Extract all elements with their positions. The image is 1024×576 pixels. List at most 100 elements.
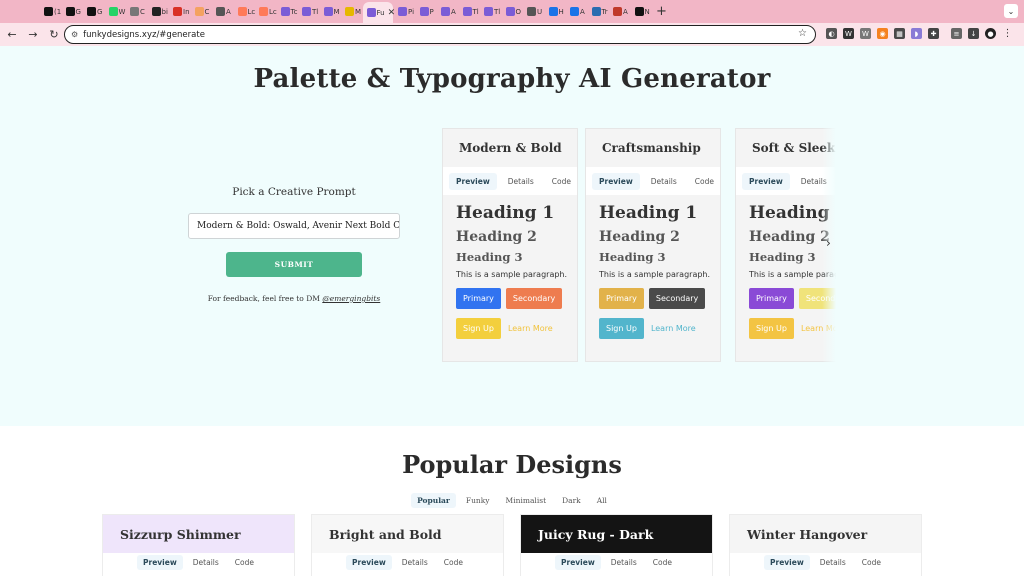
feedback-handle-link[interactable]: @emergingbits — [322, 294, 380, 303]
filter-tab-funky[interactable]: Funky — [460, 493, 496, 508]
tab-details[interactable]: Details — [187, 555, 225, 570]
tab-code[interactable]: Code — [438, 555, 469, 570]
browser-tab[interactable]: G — [62, 2, 82, 21]
browser-tab[interactable]: C — [191, 2, 211, 21]
tab-code[interactable]: Code — [647, 555, 678, 570]
signup-button[interactable]: Sign Up — [599, 318, 644, 339]
tab-code[interactable]: Code — [545, 173, 578, 190]
filter-tab-minimalist[interactable]: Minimalist — [500, 493, 553, 508]
tab-favicon-icon — [527, 7, 536, 16]
browser-tab[interactable]: U — [523, 2, 543, 21]
tab-preview[interactable]: Preview — [592, 172, 640, 190]
browser-tab[interactable]: Pi — [394, 2, 414, 21]
tab-code[interactable]: Code — [229, 555, 260, 570]
carousel-next-icon[interactable]: › — [826, 236, 831, 250]
browser-tab[interactable]: (1 — [40, 2, 61, 21]
browser-tab[interactable]: A — [212, 2, 232, 21]
back-arrow-icon[interactable]: ← — [3, 28, 21, 41]
tab-search-chevron-icon[interactable]: ⌄ — [1004, 4, 1018, 18]
puzzle-icon[interactable]: ✚ — [928, 28, 939, 39]
prompt-input[interactable]: Modern & Bold: Oswald, Avenir Next Bold … — [188, 213, 400, 239]
browser-tab[interactable]: Tl — [480, 2, 500, 21]
tab-code[interactable]: Code — [856, 555, 887, 570]
tab-details[interactable]: Details — [396, 555, 434, 570]
browser-tab[interactable]: Tr — [588, 2, 608, 21]
browser-tab[interactable]: Fu ✕ — [362, 2, 395, 23]
browser-tab[interactable]: P — [416, 2, 436, 21]
tab-favicon-icon — [441, 7, 450, 16]
design-card-title: Juicy Rug - Dark — [521, 515, 712, 553]
secondary-button[interactable]: Secondary — [505, 288, 563, 309]
extension-icon[interactable]: W — [860, 28, 871, 39]
reload-icon[interactable]: ↻ — [45, 28, 63, 41]
filter-tab-dark[interactable]: Dark — [556, 493, 587, 508]
tab-favicon-icon — [194, 7, 204, 16]
tab-details[interactable]: Details — [644, 173, 684, 190]
browser-tab[interactable]: G — [83, 2, 103, 21]
browser-tab[interactable]: Tc — [277, 2, 297, 21]
extension-icon[interactable]: ▦ — [894, 28, 905, 39]
address-bar[interactable]: ⚙ funkydesigns.xyz/#generate ☆ — [64, 25, 816, 44]
tab-label: G — [97, 7, 103, 16]
tab-preview[interactable]: Preview — [742, 172, 790, 190]
tab-details[interactable]: Details — [501, 173, 541, 190]
browser-tab[interactable]: A — [566, 2, 586, 21]
browser-tab[interactable]: Lc — [234, 2, 255, 21]
browser-tab[interactable]: A — [609, 2, 629, 21]
learn-more-link[interactable]: Learn More — [651, 324, 696, 333]
browser-tab[interactable]: In — [169, 2, 190, 21]
forward-arrow-icon[interactable]: → — [24, 28, 42, 41]
browser-tab[interactable]: Tl — [298, 2, 318, 21]
primary-button[interactable]: Primary — [749, 288, 794, 309]
tab-details[interactable]: Details — [814, 555, 852, 570]
tab-preview[interactable]: Preview — [764, 555, 810, 570]
browser-tab[interactable]: Tl — [459, 2, 479, 21]
address-url: funkydesigns.xyz/#generate — [83, 29, 205, 40]
secondary-button[interactable]: Secondary — [648, 288, 706, 309]
browser-tab[interactable]: M — [320, 2, 340, 21]
tab-code[interactable]: Code — [688, 173, 721, 190]
tab-preview[interactable]: Preview — [137, 555, 183, 570]
filter-tab-popular[interactable]: Popular — [411, 493, 456, 508]
browser-tab[interactable]: M — [341, 2, 361, 21]
feedback-note: For feedback, feel free to DM @emergingb… — [188, 294, 400, 303]
primary-button[interactable]: Primary — [456, 288, 501, 309]
browser-tab[interactable]: O — [502, 2, 522, 21]
tab-label: M — [355, 7, 362, 16]
signup-button[interactable]: Sign Up — [749, 318, 794, 339]
kebab-menu-icon[interactable]: ⋮ — [1002, 28, 1013, 39]
bookmark-star-icon[interactable]: ☆ — [798, 28, 807, 39]
filter-tab-all[interactable]: All — [591, 493, 613, 508]
rss-icon[interactable]: ◉ — [877, 28, 888, 39]
browser-tab[interactable]: A — [437, 2, 457, 21]
browser-tab[interactable]: W — [105, 2, 125, 21]
tab-preview[interactable]: Preview — [555, 555, 601, 570]
extension-icon[interactable]: W — [843, 28, 854, 39]
browser-tab[interactable]: Lc — [255, 2, 277, 21]
extension-icon[interactable]: ◗ — [911, 28, 922, 39]
avatar[interactable]: ● — [985, 28, 996, 39]
signup-button[interactable]: Sign Up — [456, 318, 501, 339]
new-tab-plus-icon[interactable]: + — [656, 4, 667, 19]
tab-preview[interactable]: Preview — [346, 555, 392, 570]
browser-tab[interactable]: H — [545, 2, 565, 21]
tab-preview[interactable]: Preview — [449, 172, 497, 190]
feedback-text: For feedback, feel free to DM — [207, 294, 320, 303]
tab-label: P — [429, 7, 434, 16]
extension-icon[interactable]: ◐ — [826, 28, 837, 39]
browser-tab[interactable]: N — [631, 2, 651, 21]
browser-tab[interactable]: C — [126, 2, 146, 21]
site-settings-icon[interactable]: ⚙ — [71, 30, 78, 39]
learn-more-link[interactable]: Learn More — [508, 324, 553, 333]
media-icon[interactable]: ≡ — [951, 28, 962, 39]
extensions-area: ◐ W W ◉ ▦ ◗ ✚ ≡ ↓ ● ⋮ — [826, 28, 1013, 39]
palette-card-tabs: Preview Details Code — [586, 167, 720, 195]
browser-tab[interactable]: bi — [148, 2, 168, 21]
download-icon[interactable]: ↓ — [968, 28, 979, 39]
primary-button[interactable]: Primary — [599, 288, 644, 309]
tab-label: A — [580, 7, 585, 16]
browser-tab-strip: (1 G G W Cbi In C A Lc Lc Tc Tl M M Fu ✕ Pi P A Tl Tl O U H A Tr A… — [0, 0, 1024, 23]
tab-details[interactable]: Details — [605, 555, 643, 570]
submit-button[interactable]: SUBMIT — [226, 252, 362, 277]
generator-section: Palette & Typography AI Generator Pick a… — [0, 46, 1024, 426]
